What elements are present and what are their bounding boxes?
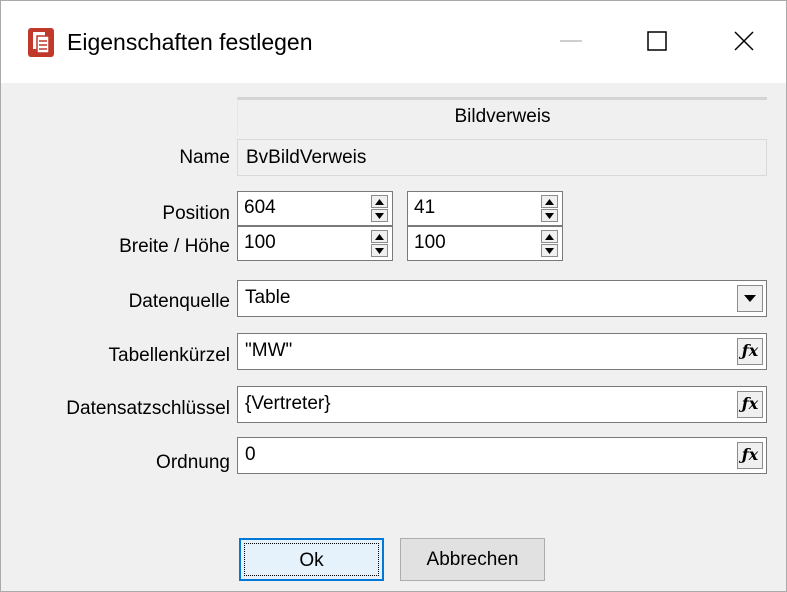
tabellenkuerzel-field[interactable]: "MW" ƒx (237, 333, 767, 370)
width-value: 100 (244, 232, 276, 253)
cancel-button-label: Abbrechen (426, 549, 519, 570)
ordnung-field[interactable]: 0 ƒx (237, 437, 767, 474)
ordnung-label: Ordnung (156, 452, 230, 473)
spin-up-icon (375, 199, 384, 205)
spin-down-icon (545, 248, 554, 254)
formula-icon: ƒx (741, 341, 759, 360)
element-type-header: Bildverweis (237, 97, 767, 135)
size-label: Breite / Höhe (119, 236, 230, 257)
spin-down-icon (375, 213, 384, 219)
spin-up-icon (545, 199, 554, 205)
position-y-decrement[interactable] (541, 209, 558, 222)
cancel-button[interactable]: Abbrechen (400, 538, 545, 581)
name-label: Name (179, 147, 230, 168)
ok-button-label: Ok (299, 550, 324, 571)
position-label: Position (162, 203, 230, 224)
element-type-label: Bildverweis (454, 106, 551, 127)
properties-app-icon (28, 28, 54, 57)
name-value: BvBildVerweis (246, 147, 367, 168)
ok-button[interactable]: Ok (239, 538, 384, 581)
width-spinner[interactable]: 100 (237, 226, 393, 261)
width-decrement[interactable] (371, 244, 388, 257)
spin-up-icon (545, 234, 554, 240)
position-x-spinner[interactable]: 604 (237, 191, 393, 226)
tabellenkuerzel-value: "MW" (245, 340, 293, 361)
height-decrement[interactable] (541, 244, 558, 257)
position-y-increment[interactable] (541, 195, 558, 208)
spin-up-icon (375, 234, 384, 240)
position-y-spinner[interactable]: 41 (407, 191, 563, 226)
window-title: Eigenschaften festlegen (67, 29, 313, 55)
height-spinner[interactable]: 100 (407, 226, 563, 261)
datensatzschluessel-formula-button[interactable]: ƒx (737, 391, 763, 418)
datenquelle-value: Table (245, 287, 291, 308)
close-button[interactable] (702, 1, 786, 83)
ordnung-value: 0 (245, 444, 256, 465)
height-increment[interactable] (541, 230, 558, 243)
height-value: 100 (414, 232, 446, 253)
maximize-button[interactable] (615, 1, 699, 83)
datenquelle-label: Datenquelle (128, 291, 230, 312)
datenquelle-dropdown-button[interactable] (737, 285, 763, 312)
position-x-decrement[interactable] (371, 209, 388, 222)
width-increment[interactable] (371, 230, 388, 243)
title-bar: Eigenschaften festlegen (1, 1, 786, 83)
datensatzschluessel-field[interactable]: {Vertreter} ƒx (237, 386, 767, 423)
minimize-icon (560, 40, 582, 42)
datensatzschluessel-value: {Vertreter} (245, 393, 331, 414)
ordnung-formula-button[interactable]: ƒx (737, 442, 763, 469)
spin-down-icon (375, 248, 384, 254)
tabellenkuerzel-label: Tabellenkürzel (108, 345, 230, 366)
close-icon (734, 31, 754, 51)
name-field: BvBildVerweis (237, 139, 767, 176)
tabellenkuerzel-formula-button[interactable]: ƒx (737, 338, 763, 365)
formula-icon: ƒx (741, 445, 759, 464)
position-x-increment[interactable] (371, 195, 388, 208)
minimize-button[interactable] (529, 1, 613, 83)
position-x-value: 604 (244, 197, 276, 218)
position-y-value: 41 (414, 197, 436, 218)
chevron-down-icon (744, 295, 756, 302)
maximize-icon (647, 31, 667, 51)
datensatzschluessel-label: Datensatzschlüssel (66, 398, 230, 419)
formula-icon: ƒx (741, 394, 759, 413)
properties-dialog: Eigenschaften festlegen Bildverweis Name… (0, 0, 787, 592)
spin-down-icon (545, 213, 554, 219)
datenquelle-select[interactable]: Table (237, 280, 767, 317)
